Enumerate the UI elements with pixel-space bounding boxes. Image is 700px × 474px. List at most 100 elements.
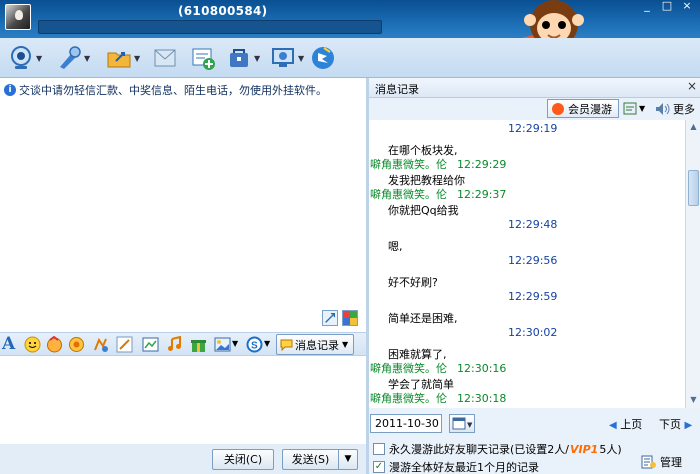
history-scrollbar[interactable]: ▲ ▼ (685, 120, 700, 408)
sender-timestamp: 12:29:37 (457, 188, 507, 201)
maximize-button[interactable]: □ (658, 0, 676, 14)
minimize-button[interactable]: _ (638, 0, 656, 14)
roam-all-checkbox[interactable]: ✓ (373, 461, 385, 473)
history-view-dropdown[interactable]: ▼ (639, 104, 645, 113)
send-options-dropdown[interactable]: ▼ (338, 449, 358, 470)
history-title: 消息记录 (375, 83, 419, 96)
main-toolbar: ▼ ▼ ▼ ▼ ▼ (0, 38, 700, 78)
prev-page-label: 上页 (620, 418, 643, 431)
image-icon[interactable] (214, 336, 231, 353)
show-picture-icon[interactable] (342, 310, 358, 326)
image-dropdown-arrow[interactable]: ▼ (232, 339, 238, 348)
pane-icons (322, 310, 358, 326)
history-sender-line: 噼角惠微笑。伦 12:29:29 (370, 156, 506, 172)
font-button[interactable]: A (2, 334, 15, 354)
history-sender-line: 噼角惠微笑。伦 12:30:16 (370, 360, 506, 376)
prev-page-button[interactable]: ◀ 上页 (609, 416, 642, 432)
next-page-button[interactable]: 下页 ▶ (659, 416, 692, 432)
contact-id: (610800584) (178, 4, 268, 18)
roam-all-option[interactable]: ✓ 漫游全体好友最近1个月的记录 (373, 459, 539, 474)
send-mail-icon (154, 49, 176, 67)
send-file-button[interactable]: ▼ (106, 44, 140, 72)
scroll-thumb[interactable] (688, 170, 699, 206)
history-timestamp: 12:29:48 (508, 218, 558, 231)
gift-icon[interactable] (190, 336, 207, 353)
search-dropdown-arrow[interactable]: ▼ (264, 339, 270, 348)
permanent-roaming-checkbox[interactable] (373, 443, 385, 455)
vip-roaming-label: 会员漫游 (568, 102, 612, 116)
info-icon: i (4, 84, 16, 96)
sender-timestamp: 12:30:18 (457, 392, 507, 405)
app-center-button[interactable]: ▼ (226, 44, 260, 72)
message-history-button[interactable]: 消息记录 ▼ (276, 334, 354, 355)
message-history-label: 消息记录 (295, 338, 339, 352)
avatar[interactable] (5, 4, 31, 30)
manage-label: 管理 (660, 456, 682, 469)
roam-all-text: 漫游全体好友最近1个月的记录 (389, 461, 539, 474)
history-toolbar: 会员漫游 ▼ 更多 (369, 98, 700, 120)
history-icon (280, 339, 293, 351)
message-input-area[interactable] (0, 356, 366, 444)
bottom-bar: 关闭(C) 发送(S) ▼ (0, 444, 366, 474)
shake-icon[interactable] (68, 336, 85, 353)
send-file-icon (107, 52, 131, 68)
video-call-button[interactable]: ▼ (8, 44, 42, 72)
history-timestamp: 12:30:02 (508, 326, 558, 339)
scroll-down-icon[interactable]: ▼ (688, 395, 699, 406)
send-button[interactable]: 发送(S) (282, 449, 338, 470)
magic-emoji-icon[interactable] (46, 336, 63, 353)
history-message-text: 好不好刷? (388, 276, 438, 289)
speaker-icon (656, 103, 670, 115)
close-button[interactable]: 关闭(C) (212, 449, 274, 470)
chat-display-area[interactable]: i 交谈中请勿轻信汇款、中奖信息、陌生电话，勿使用外挂软件。 (0, 78, 366, 332)
qzone-button[interactable] (310, 44, 336, 72)
create-discussion-button[interactable] (190, 44, 216, 72)
more-button[interactable]: 更多 (655, 101, 695, 117)
screenshot-icon[interactable] (142, 336, 159, 353)
qzone-icon (312, 47, 334, 69)
remote-assist-button[interactable]: ▼ (270, 44, 304, 72)
history-sender-line: 噼角惠微笑。伦 12:30:18 (370, 390, 506, 406)
security-notice: i 交谈中请勿轻信汇款、中奖信息、陌生电话，勿使用外挂软件。 (4, 82, 327, 98)
close-window-button[interactable]: × (678, 0, 696, 14)
history-view-icon[interactable] (623, 101, 639, 117)
history-message-list[interactable]: 12:29:19 在哪个板块发, 噼角惠微笑。伦 12:29:29 发我把教程给你 噼角惠… (369, 120, 685, 408)
more-label: 更多 (673, 103, 695, 116)
history-message-text: 简单还是困难, (388, 312, 458, 325)
scroll-up-icon[interactable]: ▲ (688, 122, 699, 133)
manage-icon (641, 455, 656, 469)
manage-button[interactable]: 管理 (641, 454, 682, 470)
emoji-icon[interactable] (24, 336, 41, 353)
history-timestamp: 12:29:19 (508, 122, 558, 135)
date-navigation: 2011-10-30 ▼ ◀ 上页 下页 ▶ (369, 412, 700, 434)
chevron-down-icon: ▼ (342, 340, 349, 349)
expand-icon[interactable] (322, 310, 338, 326)
sender-name[interactable]: 噼角惠微笑。伦 (370, 362, 447, 375)
voice-message-icon[interactable] (92, 336, 109, 353)
security-notice-text: 交谈中请勿轻信汇款、中奖信息、陌生电话，勿使用外挂软件。 (19, 84, 327, 97)
sender-name[interactable]: 噼角惠微笑。伦 (370, 158, 447, 171)
sender-name[interactable]: 噼角惠微笑。伦 (370, 188, 447, 201)
voice-call-button[interactable]: ▼ (56, 44, 90, 72)
handwriting-icon[interactable] (116, 336, 133, 353)
sender-name[interactable]: 噼角惠微笑。伦 (370, 392, 447, 405)
app-center-icon (230, 49, 248, 67)
window-controls: _ □ × (638, 0, 696, 14)
qq-vip-icon (552, 102, 564, 115)
format-toolbar: A ▼ S ▼ 消息记录 ▼ (0, 332, 366, 356)
next-arrow-icon: ▶ (684, 420, 693, 431)
close-history-icon[interactable]: × (687, 79, 697, 93)
title-bar: (610800584) _ □ × (0, 0, 700, 55)
history-header: 消息记录 × (369, 78, 700, 98)
history-timestamp: 12:29:56 (508, 254, 558, 267)
calendar-button[interactable]: ▼ (449, 414, 475, 433)
history-message-text: 你就把Qq给我 (388, 204, 459, 217)
music-icon[interactable] (166, 336, 183, 353)
date-field[interactable]: 2011-10-30 (370, 414, 442, 433)
voice-call-icon (60, 46, 81, 69)
send-mail-button[interactable] (152, 44, 178, 72)
permanent-roaming-option[interactable]: 永久漫游此好友聊天记录(已设置2人/ VIP1 5人) (373, 441, 622, 457)
vip-roaming-button[interactable]: 会员漫游 (547, 99, 619, 118)
remote-assist-icon (272, 48, 294, 67)
search-s-icon[interactable]: S (246, 336, 263, 353)
